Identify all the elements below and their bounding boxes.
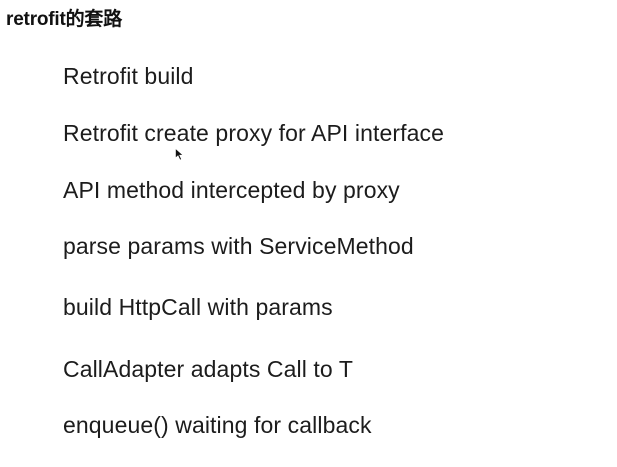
step-item: API method intercepted by proxy [63, 177, 400, 203]
step-item: Retrofit create proxy for API interface [63, 120, 445, 146]
step-item: CallAdapter adapts Call to T [63, 356, 354, 382]
slide: retrofit的套路 Retrofit build Retrofit crea… [0, 0, 617, 467]
slide-title: retrofit的套路 [6, 9, 123, 30]
mouse-pointer-icon [175, 148, 184, 161]
step-item: enqueue() waiting for callback [63, 412, 372, 438]
step-item: Retrofit build [63, 63, 194, 89]
step-item: build HttpCall with params [63, 294, 333, 320]
step-item: parse params with ServiceMethod [63, 233, 414, 259]
